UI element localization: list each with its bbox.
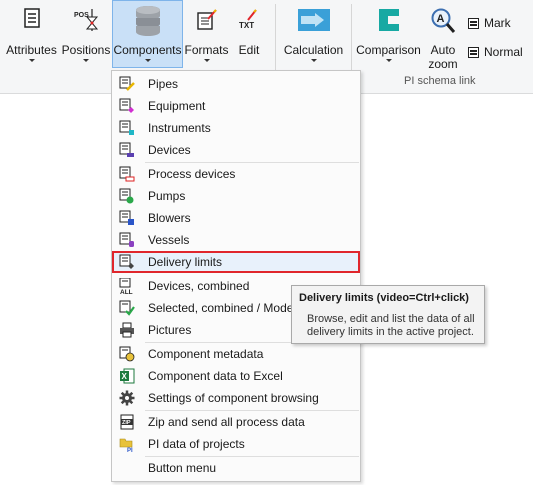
- chevron-down-icon: [144, 59, 151, 62]
- tooltip-title: Delivery limits (video=Ctrl+click): [299, 292, 469, 304]
- txt-edit-icon: TXT: [238, 7, 260, 34]
- printer-icon: [119, 322, 135, 338]
- pumps-icon: [119, 188, 135, 204]
- menu-item-vessels[interactable]: Vessels: [113, 229, 359, 251]
- comparison-icon: [376, 7, 402, 36]
- formats-label: Formats: [184, 43, 229, 57]
- svg-text:ALL: ALL: [120, 289, 133, 294]
- positions-icon: POS: [73, 7, 99, 36]
- vessels-icon: [119, 232, 135, 248]
- gear-icon: [119, 390, 135, 406]
- tooltip-delivery-limits: Delivery limits (video=Ctrl+click) Brows…: [291, 285, 485, 344]
- svg-text:TXT: TXT: [239, 21, 254, 30]
- pi-folder-icon: PI: [119, 436, 135, 454]
- calculation-button[interactable]: Calculation: [281, 0, 346, 68]
- menu-item-pipes[interactable]: Pipes: [113, 73, 359, 95]
- chevron-down-icon: [310, 59, 317, 62]
- components-dropdown-menu: Pipes Equipment Instruments Devices Proc…: [111, 70, 361, 482]
- menu-item-settings-of-component-browsing[interactable]: Settings of component browsing: [113, 387, 359, 409]
- checkmark-icon: [119, 300, 135, 316]
- menu-item-equipment[interactable]: Equipment: [113, 95, 359, 117]
- excel-icon: X: [119, 368, 135, 384]
- calculation-icon: [297, 7, 331, 36]
- svg-text:PI: PI: [127, 448, 133, 452]
- svg-text:A: A: [437, 13, 445, 25]
- chevron-down-icon: [83, 59, 89, 62]
- instruments-icon: [119, 120, 135, 136]
- calculation-label: Calculation: [283, 43, 344, 57]
- comparison-button[interactable]: Comparison: [355, 0, 422, 68]
- attributes-button[interactable]: Attributes: [3, 0, 60, 68]
- menu-item-blowers[interactable]: Blowers: [113, 207, 359, 229]
- devices-icon: [119, 142, 135, 158]
- menu-item-pumps[interactable]: Pumps: [113, 185, 359, 207]
- chevron-down-icon: [203, 59, 210, 62]
- attributes-icon: [22, 7, 42, 34]
- menu-item-button-menu[interactable]: Button menu: [113, 457, 359, 479]
- comparison-label: Comparison: [356, 43, 421, 57]
- menu-item-process-devices[interactable]: Process devices: [113, 163, 359, 185]
- formats-button[interactable]: Formats: [183, 0, 230, 68]
- svg-text:POS: POS: [74, 12, 89, 19]
- database-icon: [133, 4, 163, 41]
- zip-icon: ZIP: [119, 414, 135, 430]
- metadata-icon: [119, 346, 135, 362]
- svg-text:X: X: [122, 372, 128, 381]
- menu-item-component-metadata[interactable]: Component metadata: [113, 343, 359, 365]
- menu-item-pi-data-of-projects[interactable]: PI PI data of projects: [113, 433, 359, 455]
- menu-item-instruments[interactable]: Instruments: [113, 117, 359, 139]
- edit-button[interactable]: TXT Edit: [230, 0, 268, 68]
- blowers-icon: [119, 210, 135, 226]
- components-button[interactable]: Components: [112, 0, 183, 68]
- svg-text:ZIP: ZIP: [122, 420, 131, 426]
- menu-item-devices[interactable]: Devices: [113, 139, 359, 161]
- menu-item-component-data-to-excel[interactable]: X Component data to Excel: [113, 365, 359, 387]
- positions-button[interactable]: POS Positions: [60, 0, 112, 68]
- mark-icon: [468, 18, 479, 29]
- chevron-down-icon: [28, 59, 35, 62]
- zoom-icon: A: [430, 7, 456, 38]
- normal-label: Normal: [484, 45, 523, 59]
- formats-icon: [195, 7, 219, 34]
- pipes-icon: [119, 76, 135, 92]
- mark-label: Mark: [484, 16, 511, 30]
- attributes-label: Attributes: [6, 43, 57, 57]
- positions-label: Positions: [61, 43, 111, 57]
- autozoom-label: Auto zoom: [428, 43, 458, 71]
- components-label: Components: [113, 43, 182, 57]
- normal-button[interactable]: Normal: [468, 45, 523, 59]
- mark-button[interactable]: Mark: [468, 16, 511, 30]
- normal-icon: [468, 47, 479, 58]
- tooltip-body: Browse, edit and list the data of all de…: [307, 313, 475, 338]
- equipment-icon: [119, 98, 135, 114]
- edit-label: Edit: [238, 43, 260, 57]
- group-label-pi-schema-link: PI schema link: [404, 75, 476, 87]
- delivery-limits-icon: [119, 254, 135, 270]
- chevron-down-icon: [385, 59, 392, 62]
- menu-item-delivery-limits[interactable]: Delivery limits: [112, 251, 360, 273]
- process-devices-icon: [119, 166, 135, 182]
- all-icon: ALL: [119, 277, 135, 296]
- menu-item-zip-and-send[interactable]: ZIP Zip and send all process data: [113, 411, 359, 433]
- autozoom-button[interactable]: A Auto zoom: [423, 0, 463, 71]
